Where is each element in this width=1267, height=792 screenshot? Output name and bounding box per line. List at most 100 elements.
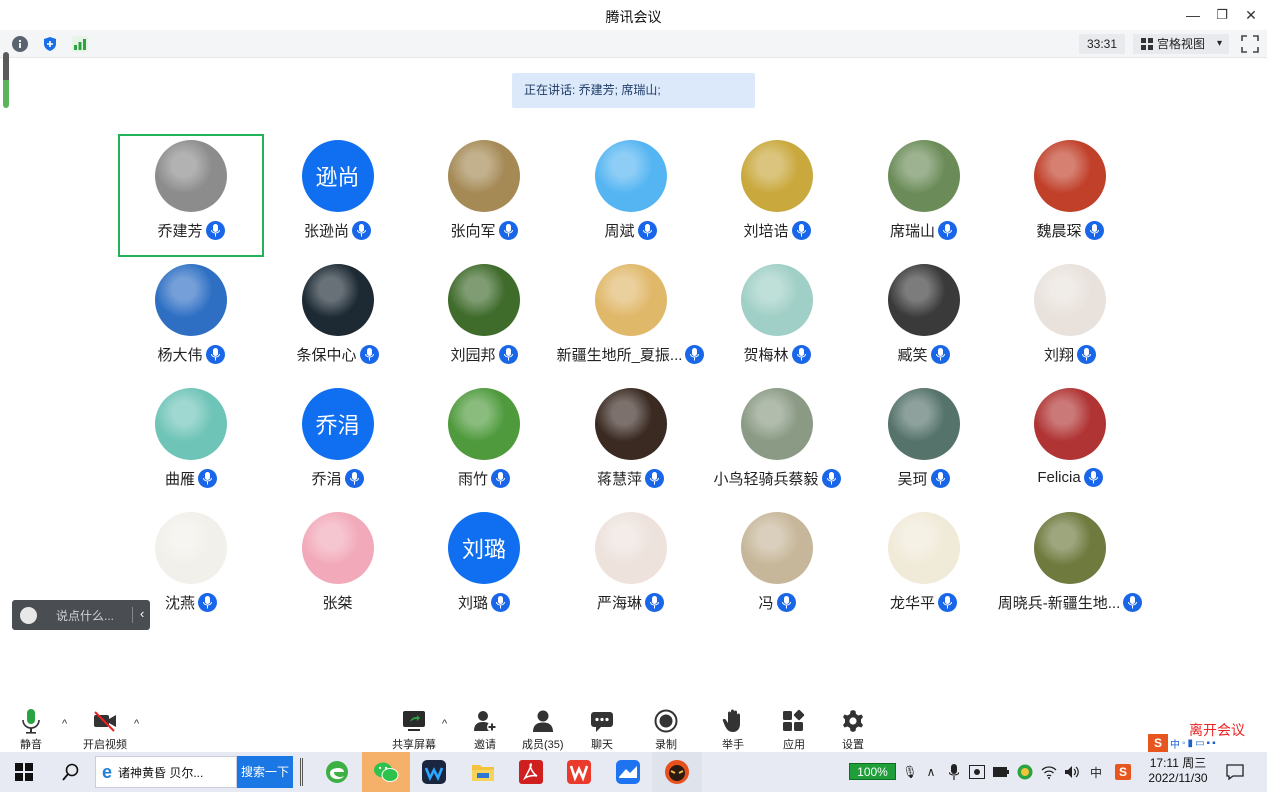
restore-button[interactable]: ❐ [1208,4,1236,26]
ime-language-indicator[interactable]: 中 [1088,764,1104,780]
chat-quick-input[interactable]: 说点什么... ‹ [12,600,150,630]
participant-tile[interactable]: 臧笑 [851,258,997,381]
game-app-icon[interactable] [663,758,691,786]
participant-tile[interactable]: 蒋慧萍 [558,382,704,505]
microphone-icon [198,469,217,488]
sogou-tray-icon[interactable]: S [1115,764,1131,780]
notification-icon[interactable] [1226,763,1244,781]
participant-tile[interactable]: 周斌 [558,134,704,257]
share-screen-button[interactable]: 共享屏幕 [392,708,436,752]
chat-button[interactable]: 聊天 [590,708,614,752]
participant-tile[interactable]: 雨竹 [411,382,557,505]
security-shield-icon[interactable] [42,36,58,52]
avatar [887,140,960,212]
grid-view-icon [1141,38,1153,50]
sogou-ime-icon[interactable]: S [1148,734,1168,752]
participant-tile[interactable]: 刘园邦 [411,258,557,381]
close-button[interactable]: ✕ [1237,4,1265,26]
windows-start-icon[interactable] [10,758,38,786]
keyboard-icon[interactable]: ▭ [1195,738,1204,749]
taskbar-search-box[interactable]: e 诸神黄昏 贝尔... [95,756,237,788]
clock-time: 17:11 周三 [1149,756,1207,770]
ime-mode-label[interactable]: 中 [1170,736,1180,751]
mic-muted-tray-icon[interactable]: 🎙 [902,764,918,780]
wps-office-icon[interactable] [565,758,593,786]
participant-tile[interactable]: 刘翔 [997,258,1143,381]
chevron-left-icon[interactable]: ‹ [140,606,144,621]
skin-icon[interactable]: ▪ [1207,738,1211,749]
participant-tile[interactable]: 乔涓 乔涓 [265,382,411,505]
participant-tile[interactable]: 杨大伟 [118,258,264,381]
apps-button[interactable]: 应用 [782,708,806,752]
minimize-button[interactable]: — [1179,4,1207,26]
avatar [448,264,520,336]
participant-name: Felicia [1037,469,1081,486]
record-button[interactable]: 录制 [654,708,678,752]
participant-tile[interactable]: 席瑞山 [851,134,997,257]
microphone-tray-icon[interactable] [946,764,962,780]
feishu-app-icon[interactable] [614,758,642,786]
taskbar-clock[interactable]: 17:11 周三 2022/11/30 [1142,756,1214,786]
participant-tile[interactable]: 小鸟轻骑兵蔡毅 [704,382,850,505]
voice-input-icon[interactable]: ▮ [1188,738,1194,749]
edge-browser-icon[interactable] [323,758,351,786]
participant-tile[interactable]: 曲雁 [118,382,264,505]
share-options-caret[interactable]: ^ [442,718,447,730]
info-icon[interactable] [12,36,28,52]
file-explorer-icon[interactable] [469,758,497,786]
participant-tile[interactable]: 龙华平 [851,506,997,629]
search-go-button[interactable]: 搜索一下 [237,756,293,788]
screenshot-tray-icon[interactable] [969,764,985,780]
participant-tile[interactable]: 贺梅林 [704,258,850,381]
participant-name-row: 周晓兵-新疆生地... [997,592,1143,613]
volume-icon[interactable] [1064,764,1080,780]
start-video-button[interactable]: 开启视频 [83,708,127,752]
participant-tile[interactable]: 刘培诰 [704,134,850,257]
punctuation-icon[interactable]: ◦ [1182,738,1186,749]
members-button[interactable]: 成员(35) [522,708,564,752]
chevron-up-icon[interactable]: ∧ [923,764,939,780]
grid-view-button[interactable]: 宫格视图 ▾ [1133,34,1229,54]
mute-options-caret[interactable]: ^ [62,718,67,730]
participant-tile[interactable]: 刘璐 刘璐 [411,506,557,629]
participant-tile[interactable]: 严海琳 [558,506,704,629]
participant-tile[interactable]: 冯 [704,506,850,629]
microphone-icon [205,221,225,240]
participant-tile[interactable]: 条保中心 [265,258,411,381]
tencent-meeting-app-icon[interactable] [420,758,448,786]
participant-tile[interactable]: 周晓兵-新疆生地... [997,506,1143,629]
participant-tile[interactable]: 魏晨琛 [997,134,1143,257]
participant-tile[interactable]: 张向军 [411,134,557,257]
video-options-caret[interactable]: ^ [134,718,139,730]
ime-toolbar[interactable]: S 中 ◦ ▮ ▭ ▪ ▪ [1148,734,1266,752]
participant-tile[interactable]: 吴珂 [851,382,997,505]
mute-button[interactable]: 静音 [19,708,43,752]
toolbox-icon[interactable]: ▪ [1212,738,1216,749]
security-tray-icon[interactable] [1017,764,1033,780]
signal-strength-icon[interactable] [72,36,88,52]
ie-browser-icon: e [102,761,113,782]
participant-tile[interactable]: 新疆生地所_夏振... [557,258,705,381]
participant-name-row: 张逊尚 [265,220,411,241]
raise-hand-button[interactable]: 举手 [721,708,745,752]
invite-button[interactable]: 邀请 [473,708,497,752]
pdf-reader-icon[interactable] [517,758,545,786]
participant-tile[interactable]: 乔建芳 [118,134,264,257]
participant-name-row: 龙华平 [851,592,997,613]
microphone-icon [776,593,796,612]
settings-button[interactable]: 设置 [841,708,865,752]
add-person-icon [474,711,497,732]
emoji-icon[interactable] [20,606,37,624]
battery-percentage[interactable]: 100% [849,763,896,780]
wifi-icon[interactable] [1041,764,1057,780]
microphone-icon [821,469,841,488]
search-icon[interactable] [57,758,85,786]
fullscreen-icon[interactable] [1241,35,1259,53]
battery-icon[interactable] [993,764,1009,780]
wechat-icon[interactable] [362,752,410,792]
participant-tile[interactable]: Felicia [997,382,1143,505]
participant-tile[interactable]: 张桀 [265,506,411,629]
mute-label: 静音 [20,739,42,751]
participant-tile[interactable]: 逊尚 张逊尚 [265,134,411,257]
participant-name: 刘培诰 [743,223,789,240]
